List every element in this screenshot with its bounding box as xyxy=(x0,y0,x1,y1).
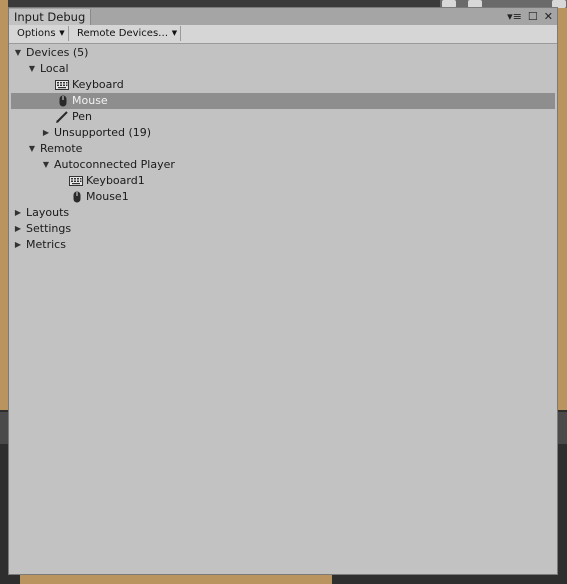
tree-item-mouse[interactable]: Mouse xyxy=(11,93,555,109)
tree-item-local[interactable]: ▼ Local xyxy=(11,61,555,77)
tree-item-label: Pen xyxy=(72,110,92,123)
remote-devices-label: Remote Devices… xyxy=(77,28,169,39)
tree-item-autoconnected-player[interactable]: ▼ Autoconnected Player xyxy=(11,157,555,173)
expand-arrow-icon[interactable]: ▼ xyxy=(13,45,23,61)
window-controls: ▾≡ ☐ ✕ xyxy=(507,9,553,24)
keyboard-icon xyxy=(55,80,69,90)
mouse-icon xyxy=(73,191,81,203)
backdrop-scene-bottom xyxy=(20,574,332,584)
collapse-arrow-icon[interactable]: ▶ xyxy=(13,237,23,253)
pen-icon xyxy=(56,111,68,123)
collapse-arrow-icon[interactable]: ▶ xyxy=(13,221,23,237)
tree-item-pen[interactable]: Pen xyxy=(11,109,555,125)
remote-devices-dropdown[interactable]: Remote Devices… ▼ xyxy=(71,26,182,41)
toolbar: Options ▼ Remote Devices… ▼ xyxy=(9,25,557,44)
tree-item-label: Remote xyxy=(40,142,83,155)
tree-item-label: Settings xyxy=(26,222,72,235)
maximize-icon[interactable]: ☐ xyxy=(528,9,538,24)
input-debug-window: Input Debug ▾≡ ☐ ✕ Options ▼ Remote Devi… xyxy=(8,7,558,575)
expand-arrow-icon[interactable]: ▼ xyxy=(27,141,37,157)
tree-item-label: Keyboard xyxy=(72,78,124,91)
tree-item-unsupported[interactable]: ▶ Unsupported (19) xyxy=(11,125,555,141)
tree-item-layouts[interactable]: ▶ Layouts xyxy=(11,205,555,221)
close-icon[interactable]: ✕ xyxy=(544,9,553,24)
expand-arrow-icon[interactable]: ▼ xyxy=(27,61,37,77)
tree-item-label: Unsupported (19) xyxy=(54,126,152,139)
tree-item-label: Layouts xyxy=(26,206,70,219)
menu-icon[interactable]: ▾≡ xyxy=(507,9,522,24)
mouse-icon xyxy=(59,95,67,107)
options-dropdown[interactable]: Options ▼ xyxy=(11,26,69,41)
tree-item-label: Mouse xyxy=(72,94,108,107)
tree-item-keyboard[interactable]: Keyboard xyxy=(11,77,555,93)
tree-item-label: Local xyxy=(40,62,69,75)
tab-input-debug[interactable]: Input Debug xyxy=(9,9,92,25)
chevron-down-icon: ▼ xyxy=(59,29,65,37)
tree-item-metrics[interactable]: ▶ Metrics xyxy=(11,237,555,253)
options-label: Options xyxy=(17,28,56,39)
tree-item-label: Devices (5) xyxy=(26,46,89,59)
tree-item-remote[interactable]: ▼ Remote xyxy=(11,141,555,157)
collapse-arrow-icon[interactable]: ▶ xyxy=(41,125,51,141)
tree-item-settings[interactable]: ▶ Settings xyxy=(11,221,555,237)
title-bar[interactable]: Input Debug ▾≡ ☐ ✕ xyxy=(9,8,557,25)
keyboard-icon xyxy=(69,176,83,186)
collapse-arrow-icon[interactable]: ▶ xyxy=(13,205,23,221)
chevron-down-icon: ▼ xyxy=(171,29,178,37)
tree-item-label: Metrics xyxy=(26,238,66,251)
tree-item-mouse1[interactable]: Mouse1 xyxy=(11,189,555,205)
tree-item-label: Keyboard1 xyxy=(86,174,145,187)
tree-item-label: Mouse1 xyxy=(86,190,129,203)
tree-item-devices[interactable]: ▼ Devices (5) xyxy=(11,45,555,61)
expand-arrow-icon[interactable]: ▼ xyxy=(41,157,51,173)
tree-item-keyboard1[interactable]: Keyboard1 xyxy=(11,173,555,189)
tree-item-label: Autoconnected Player xyxy=(54,158,175,171)
